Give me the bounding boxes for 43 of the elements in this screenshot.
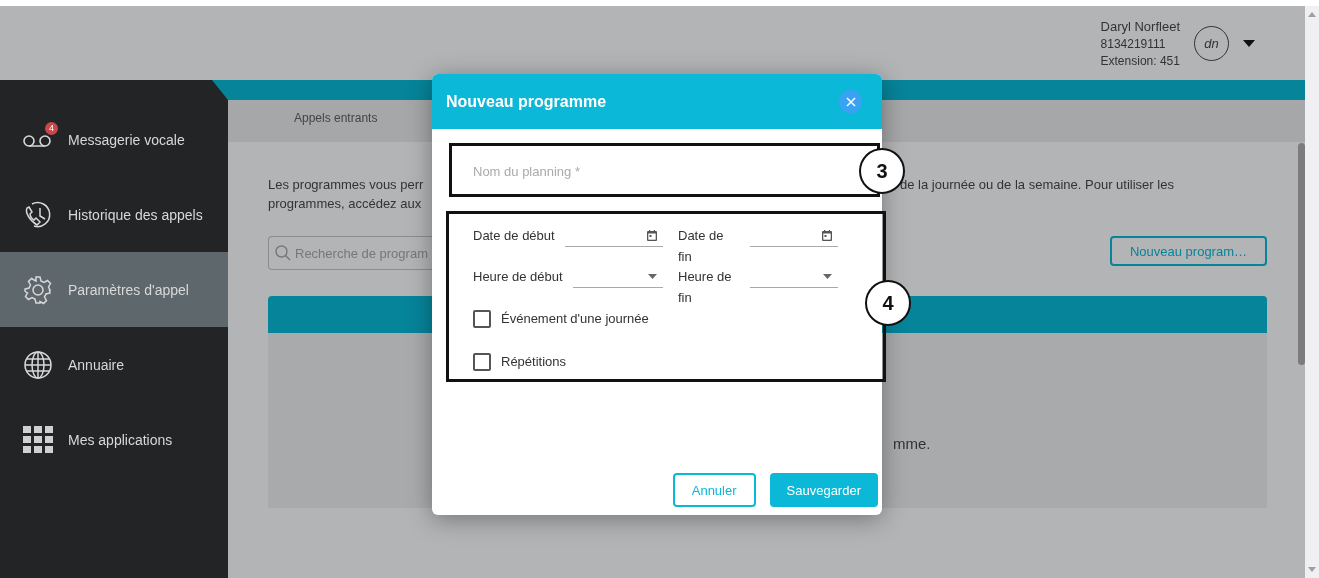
close-button[interactable]	[839, 90, 862, 113]
field-label: Date de début	[473, 227, 555, 245]
checkbox-label: Répétitions	[501, 354, 567, 369]
sidebar-item[interactable]: 4 Messagerie vocale	[0, 102, 228, 177]
globe-icon	[23, 349, 53, 380]
search-icon	[275, 245, 291, 261]
caret-icon	[823, 273, 832, 279]
close-icon	[845, 96, 856, 107]
tab[interactable]: Appels entrants	[294, 100, 378, 142]
gear-icon	[23, 274, 53, 305]
phone-clock-icon	[23, 199, 53, 230]
field-label: Heure de fin	[678, 268, 733, 307]
new-schedule-button[interactable]: Nouveau program…	[1109, 236, 1267, 266]
user-name: Daryl Norfleet	[1100, 18, 1180, 34]
checkbox[interactable]	[473, 309, 491, 328]
checkbox[interactable]	[473, 352, 491, 371]
field-label: Heure de début	[473, 268, 563, 286]
grid-icon	[23, 425, 53, 454]
user-phone: 8134219111	[1100, 36, 1167, 51]
sidebar-item[interactable]: Mes applications	[0, 402, 228, 477]
sidebar-item[interactable]: Historique des appels	[0, 177, 228, 252]
search-field[interactable]: Recherche de program	[268, 236, 432, 270]
description-text: programmes, accédez aux	[268, 195, 423, 213]
user-extension: Extension: 451	[1100, 53, 1180, 68]
checkbox-label: Événement d'une journée	[501, 311, 649, 326]
sidebar-item[interactable]: Annuaire	[0, 327, 228, 402]
empty-state-text: mme.	[893, 435, 932, 454]
name-field[interactable]: Nom du planning *	[473, 160, 840, 185]
calendar-icon	[822, 229, 832, 241]
scrollbar-thumb[interactable]	[1298, 143, 1305, 365]
callout-number: 4	[865, 280, 911, 326]
calendar-icon	[647, 229, 657, 241]
field-label: Date de fin	[678, 227, 725, 266]
description-text: Les programmes vous perr	[268, 176, 425, 194]
scrollbar[interactable]	[1305, 6, 1319, 578]
description-text: de la journée ou de la semaine. Pour utiliser les	[900, 176, 1175, 194]
sidebar-item[interactable]: Paramètres d'appel	[0, 252, 228, 327]
caret-icon[interactable]	[1243, 39, 1255, 47]
caret-icon	[648, 273, 657, 279]
dialog-title: Nouveau programme	[446, 92, 607, 111]
cancel-button[interactable]: Annuler	[672, 473, 756, 507]
count-badge: 4	[45, 121, 58, 135]
save-button[interactable]: Sauvegarder	[769, 473, 878, 507]
